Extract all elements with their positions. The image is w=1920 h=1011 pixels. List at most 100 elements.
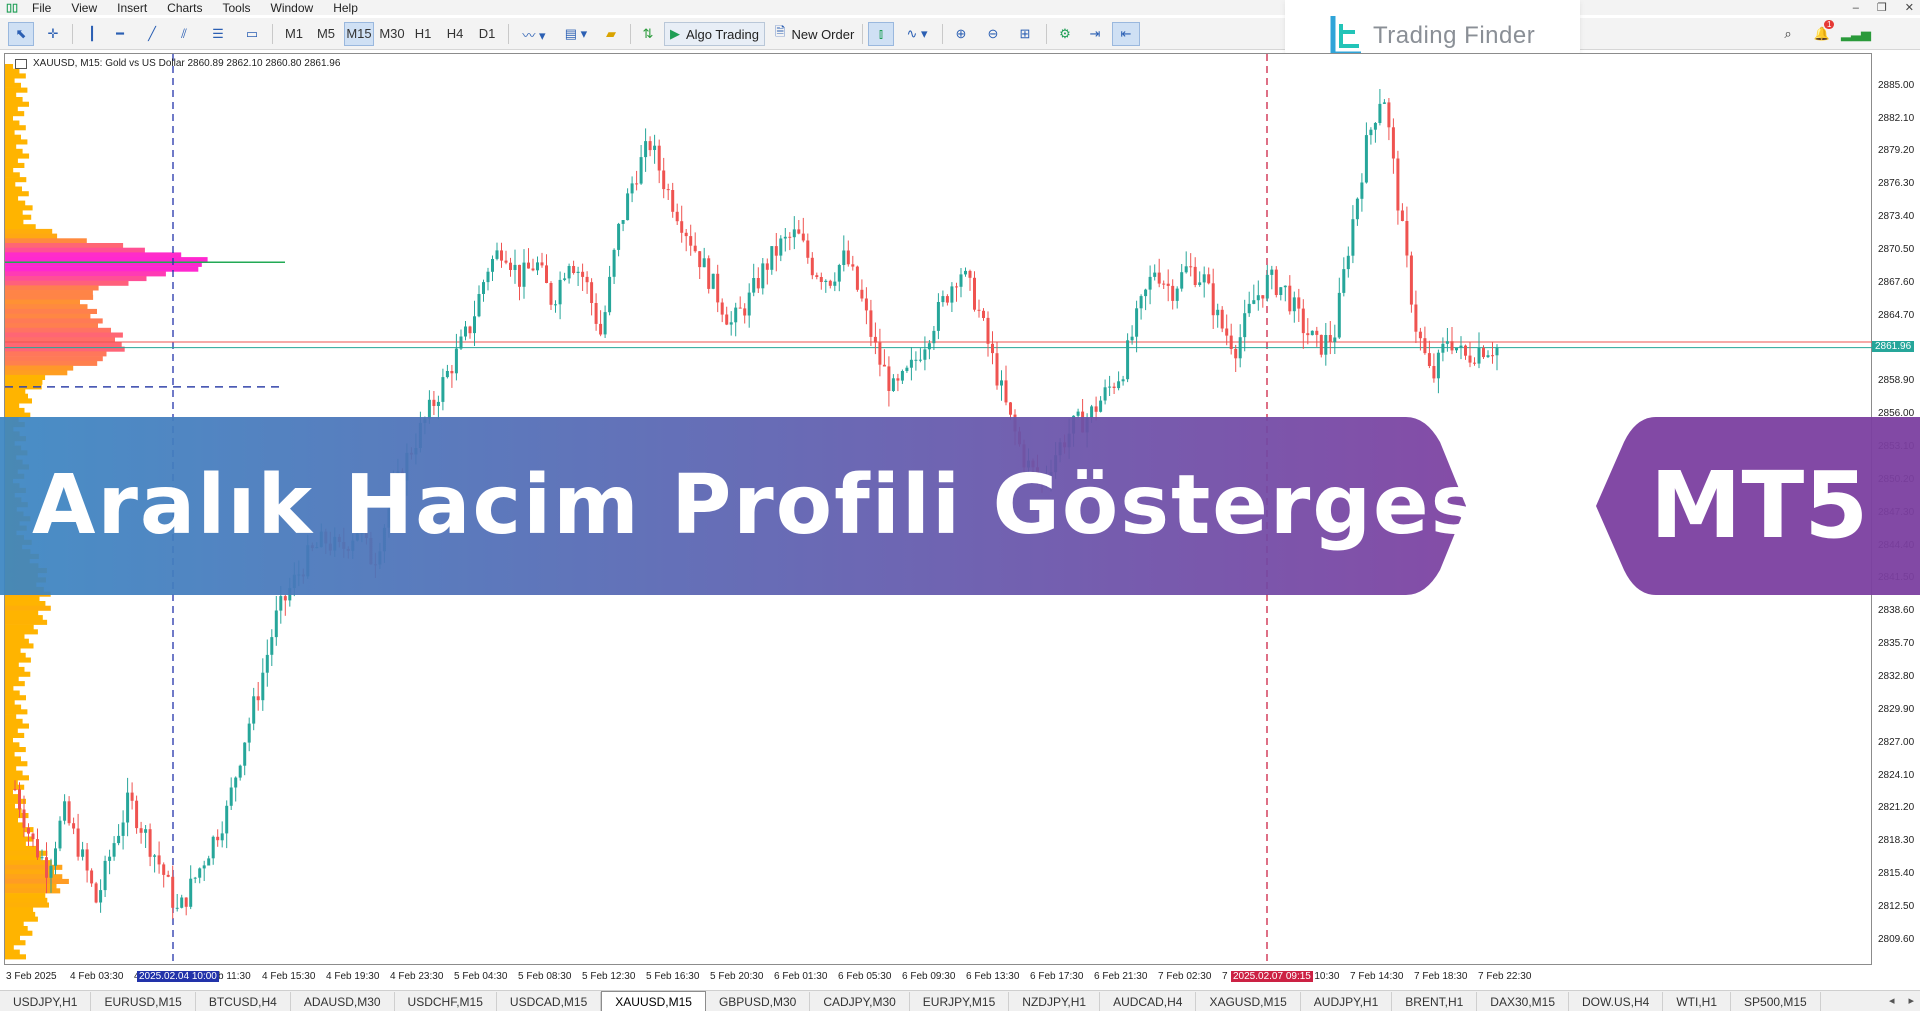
chart-tab[interactable]: EURUSD,M15 [91,992,196,1011]
price-tick-label: 2864.70 [1878,309,1915,321]
price-tick-label: 2821.20 [1878,802,1915,814]
timeframe-m1[interactable]: M1 [280,22,308,46]
chart-tab[interactable]: GBPUSD,M30 [706,992,811,1011]
candle-body [1391,127,1395,159]
chart-tab[interactable]: XAUUSD,M15 [601,991,706,1011]
folder-icon[interactable]: ▰ [598,22,624,46]
zoom-out-icon[interactable]: ⊖ [980,22,1006,46]
scroll-right-icon[interactable]: ▸ [1908,994,1914,1007]
volume-profile-bar [5,393,28,399]
chart-tab[interactable]: BTCUSD,H4 [196,992,291,1011]
new-order-button[interactable]: 🗎 New Order [770,22,859,46]
close-icon[interactable]: ✕ [1905,1,1914,14]
candle-body [495,250,499,259]
vertical-line-icon[interactable]: ┃ [80,22,104,46]
algo-trading-button[interactable]: ▶ Algo Trading [664,22,765,46]
chart-tab[interactable]: DAX30,M15 [1477,992,1569,1011]
minimize-icon[interactable]: – [1853,2,1859,14]
candle-body [918,359,922,361]
trendline-icon[interactable]: ╱ [140,22,164,46]
chart-tab[interactable]: EURJPY,M15 [910,992,1010,1011]
chart-tab[interactable]: USDJPY,H1 [0,992,92,1011]
menu-file[interactable]: File [22,1,61,15]
line-chart-dropdown-icon[interactable]: ∿ ▾ [898,22,936,46]
candle-body [1387,102,1391,128]
new-order-label: New Order [791,26,855,42]
horizontal-line-icon[interactable]: ━ [108,22,132,46]
auto-scroll-icon[interactable]: ⇥ [1082,22,1108,46]
volume-profile-bar [5,897,48,903]
chart-tab[interactable]: ADAUSD,M30 [291,992,395,1011]
timeframe-m30[interactable]: M30 [376,22,408,46]
candle-body [216,836,220,841]
volume-profile-bar [5,709,28,715]
time-tick-label: 4 Feb 03:30 [70,971,124,982]
candle-body [139,828,143,833]
timeframe-d1[interactable]: D1 [474,22,500,46]
candle-body [815,275,819,277]
notifications-icon[interactable]: 🔔 1 [1808,20,1836,46]
chart-tab[interactable]: AUDJPY,H1 [1301,992,1393,1011]
chart-tab[interactable]: DOW.US,H4 [1569,992,1664,1011]
menu-insert[interactable]: Insert [107,1,157,15]
volume-profile-bar [5,775,29,781]
indicators-dropdown-icon[interactable]: 〰 ▾ [514,22,554,46]
chart-tab[interactable]: WTI,H1 [1663,992,1732,1011]
candle-body [198,868,202,878]
chart-tab[interactable]: XAGUSD,M15 [1196,992,1301,1011]
volume-profile-bar [5,332,123,338]
timeframe-m15[interactable]: M15 [344,22,374,46]
chart-shift-icon[interactable]: ⇤ [1112,22,1140,46]
candle-body [1157,272,1161,284]
timeframe-h4[interactable]: H4 [442,22,468,46]
chart-tab[interactable]: AUDCAD,H4 [1100,992,1197,1011]
chart-tab[interactable]: NZDJPY,H1 [1009,992,1101,1011]
chart-tab[interactable]: CADJPY,M30 [810,992,910,1011]
volume-profile-bar [5,681,25,687]
volume-profile-bar [5,652,26,658]
volume-profile-bar [5,728,18,734]
candle-body [702,258,706,268]
candle-body [162,864,166,875]
timeframe-h1[interactable]: H1 [410,22,436,46]
scroll-left-icon[interactable]: ◂ [1889,994,1895,1007]
price-tick-label: 2870.50 [1878,243,1915,255]
channel-tool-icon[interactable]: ⫽ [172,22,196,46]
candle-body [725,314,729,325]
menu-tools[interactable]: Tools [213,1,261,15]
candle-body [1148,276,1152,290]
menu-help[interactable]: Help [323,1,368,15]
price-tick-label: 2873.40 [1878,211,1915,223]
volume-profile-bar [5,864,63,870]
fibonacci-icon[interactable]: ☰ [206,22,230,46]
chart-tab[interactable]: SP500,M15 [1731,992,1821,1011]
candle-body [1256,295,1260,301]
candle-body [1112,386,1116,388]
settings-icon[interactable]: ⚙ [1052,22,1078,46]
candle-body [891,378,895,391]
candle-body [509,262,512,270]
chart-tab[interactable]: USDCHF,M15 [395,992,497,1011]
candle-body [40,857,44,859]
chart-tab[interactable]: USDCAD,M15 [497,992,602,1011]
volume-profile-bar [5,619,48,625]
timeframe-m5[interactable]: M5 [312,22,340,46]
crosshair-tool-icon[interactable]: ✛ [40,22,66,46]
time-tick-label: 4 Feb 15:30 [262,971,316,982]
tile-windows-icon[interactable]: ⊞ [1012,22,1038,46]
candle-body [923,349,927,360]
candlestick-chart-icon[interactable]: ⫾ [868,22,894,46]
menu-window[interactable]: Window [261,1,324,15]
chart-tab[interactable]: BRENT,H1 [1392,992,1478,1011]
templates-dropdown-icon[interactable]: ▤ ▾ [556,22,596,46]
shapes-tool-icon[interactable]: ▭ [240,22,264,46]
volume-profile-bar [5,714,17,720]
market-watch-icon[interactable]: ⇅ [636,22,660,46]
search-icon[interactable]: ⌕ [1776,22,1800,46]
menu-charts[interactable]: Charts [157,1,212,15]
volume-profile-bar [5,690,20,696]
restore-icon[interactable]: ❐ [1877,1,1887,14]
zoom-in-icon[interactable]: ⊕ [948,22,974,46]
menu-view[interactable]: View [61,1,107,15]
cursor-tool-icon[interactable]: ⬉ [8,22,34,46]
